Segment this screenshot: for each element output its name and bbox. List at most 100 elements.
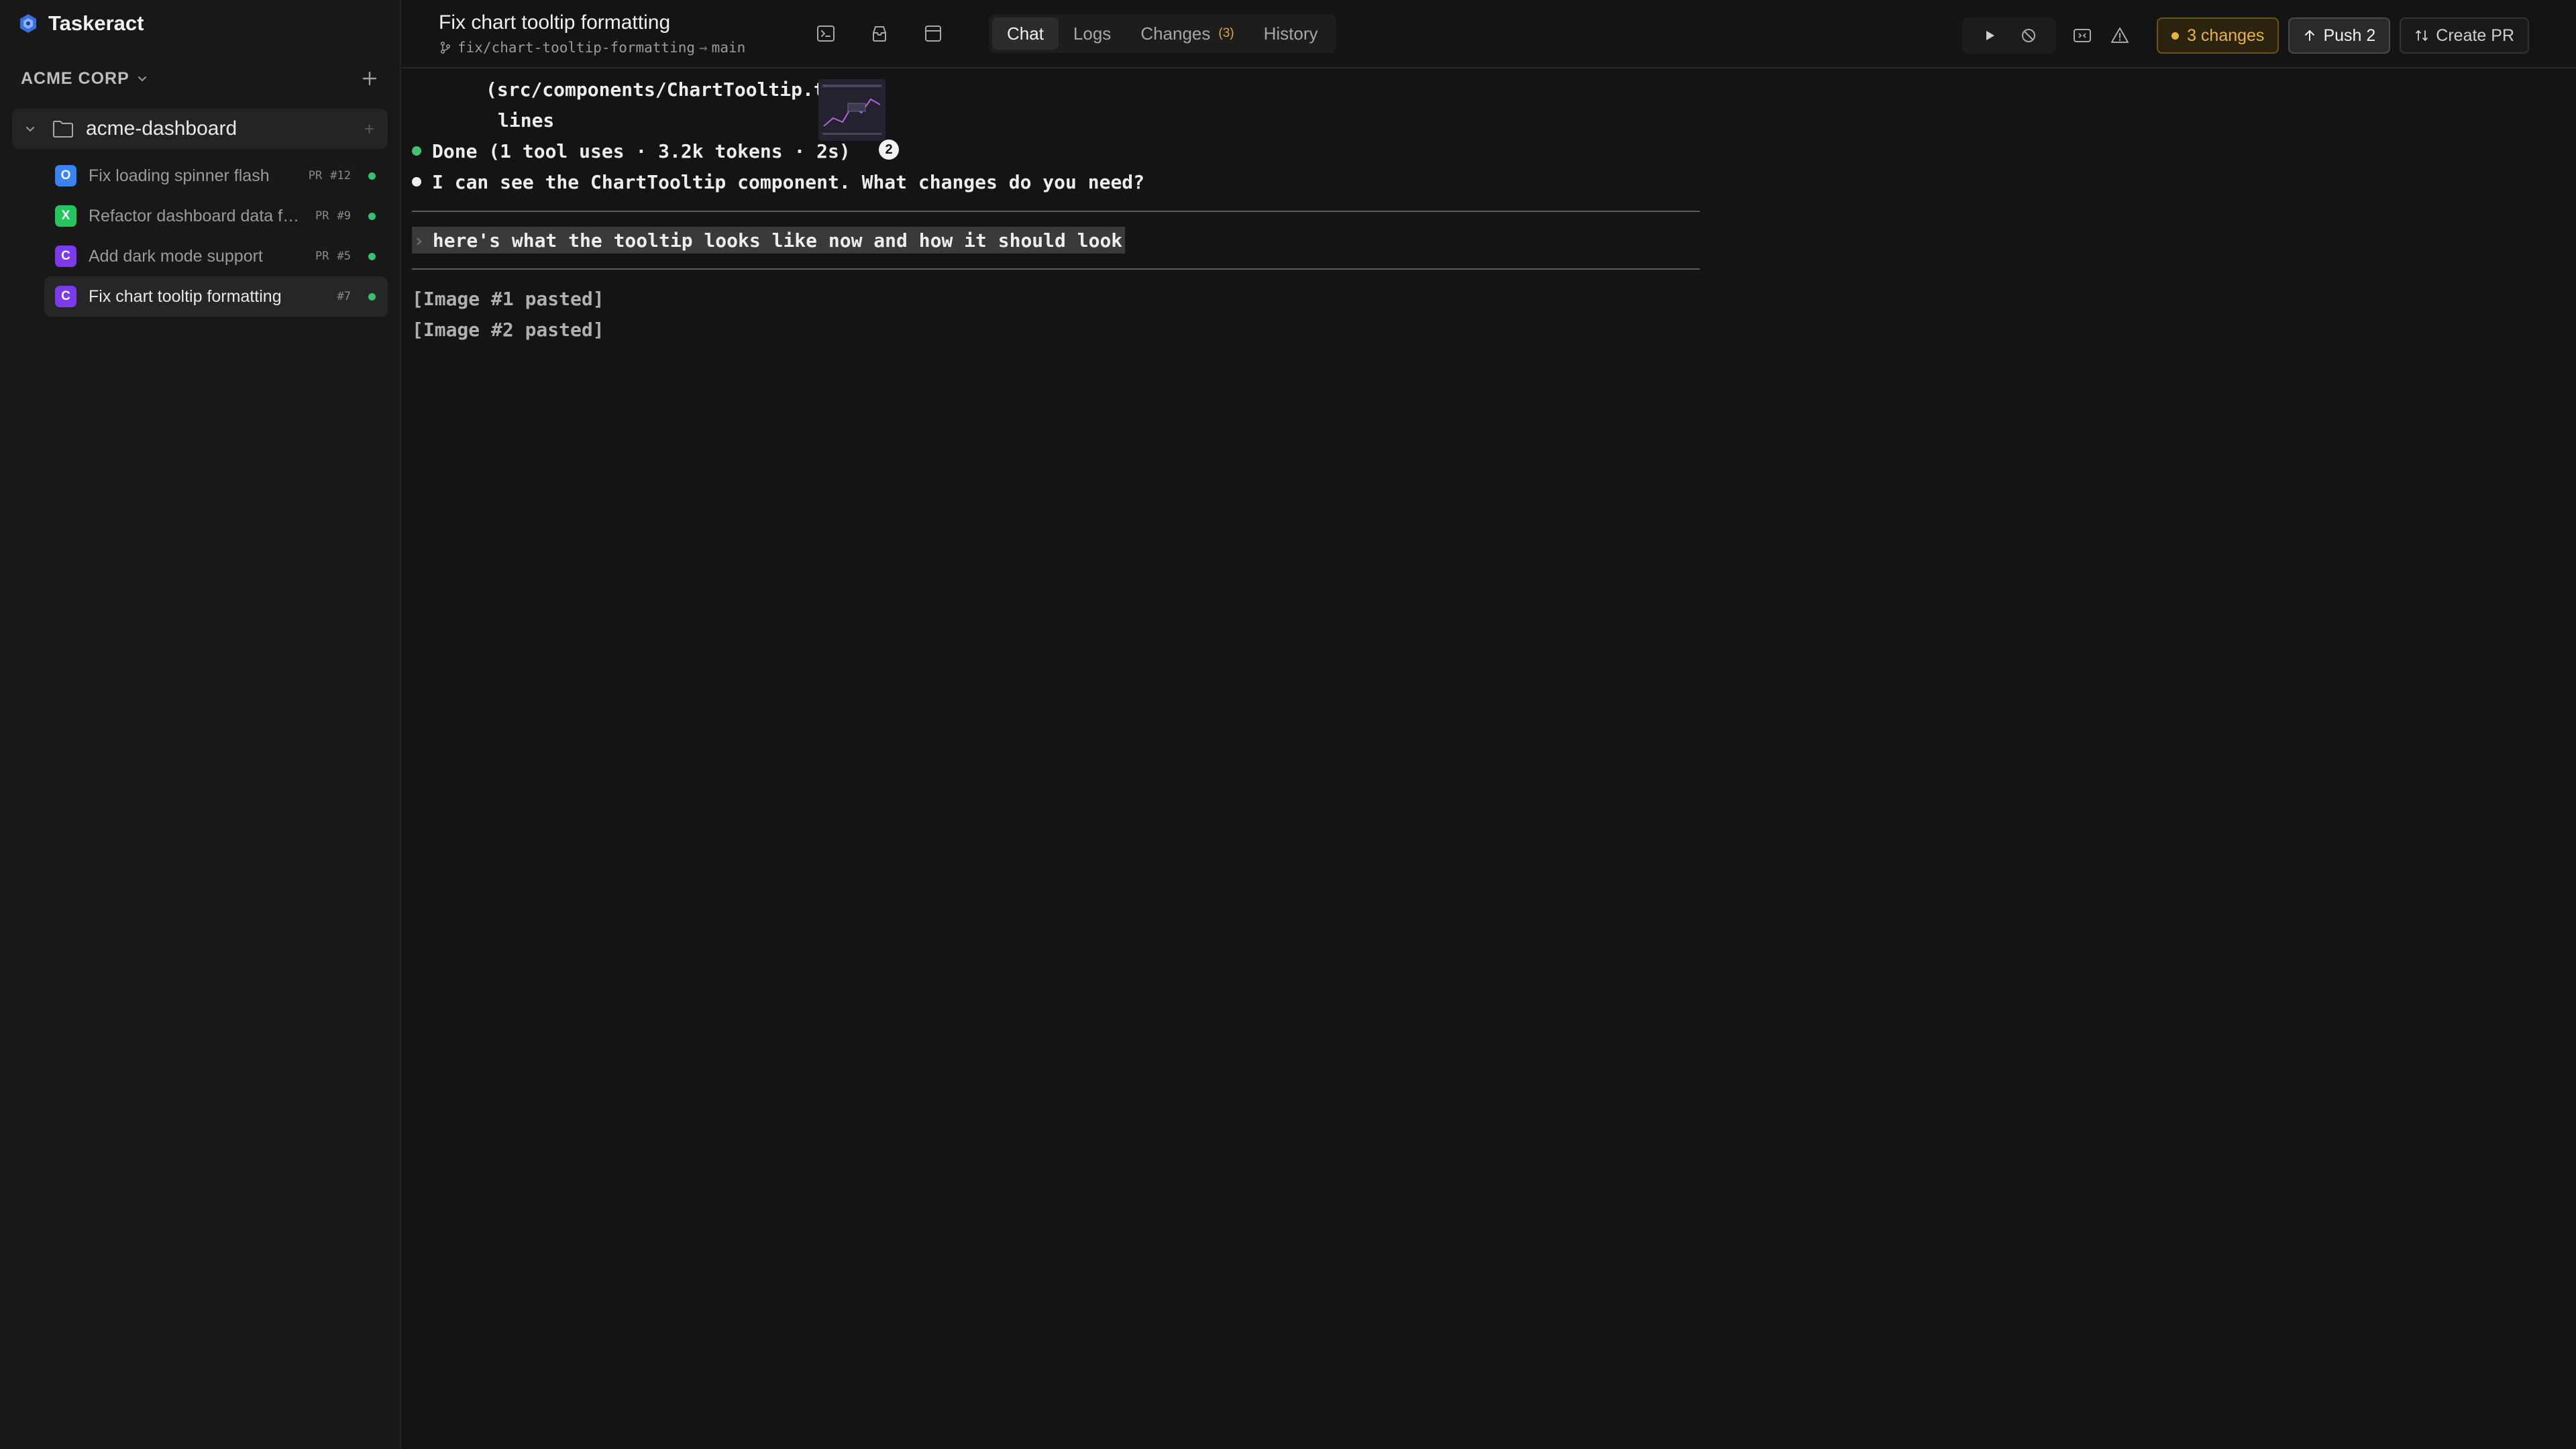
prompt-text: here's what the tooltip looks like now a… (432, 229, 1123, 252)
pr-label: PR (308, 169, 323, 182)
archive-button[interactable] (868, 22, 891, 45)
assistant-message: I can see the ChartTooltip component. Wh… (412, 166, 1707, 197)
run-controls (1962, 17, 2057, 54)
status-dot (368, 212, 376, 220)
run-button[interactable] (1980, 25, 2000, 46)
agent-badge: O (55, 165, 76, 186)
tab-history[interactable]: History (1249, 17, 1333, 50)
task-number: #9 (337, 209, 351, 223)
tool-icons (814, 22, 975, 45)
task-meta: PR #5 (315, 250, 376, 263)
arrow-up-icon (2305, 30, 2315, 41)
push-label: Push 2 (2323, 25, 2376, 45)
changes-dot (2171, 32, 2180, 40)
chevron-down-icon[interactable] (24, 123, 36, 135)
task-title: Fix loading spinner flash (89, 166, 270, 185)
tab-chat[interactable]: Chat (992, 17, 1059, 50)
divider (412, 211, 1700, 212)
plus-icon (362, 71, 377, 86)
tool-read-line: (src/components/ChartTooltip.tsx) (412, 74, 1707, 105)
pr-label: PR (315, 250, 329, 263)
layout-button[interactable] (922, 22, 945, 45)
taskeract-logo-icon (20, 14, 36, 33)
topbar: Fix chart tooltip formatting fix/chart-t… (401, 0, 2576, 68)
tool-lines-line: lines (412, 105, 1707, 136)
create-pr-label: Create PR (2436, 25, 2514, 45)
brand: Taskeract (0, 0, 400, 47)
assistant-bullet (412, 177, 421, 186)
success-bullet (412, 146, 421, 156)
archive-icon (873, 26, 886, 42)
sidebar: Taskeract ACME CORP acme-dashboard + O F… (0, 0, 401, 1449)
task-meta: #7 (337, 290, 376, 303)
layout-icon (925, 25, 941, 42)
base-branch: main (711, 40, 746, 56)
stop-icon (2022, 29, 2036, 42)
task-item[interactable]: X Refactor dashboard data fetching PR #9 (44, 196, 388, 236)
push-button[interactable]: Push 2 (2288, 17, 2391, 54)
org-name: ACME CORP (21, 68, 129, 88)
repo-name: acme-dashboard (86, 117, 237, 140)
task-item-active[interactable]: C Fix chart tooltip formatting #7 (44, 276, 388, 317)
page-title: Fix chart tooltip formatting (439, 11, 671, 34)
tool-read-path: (src/components/ChartTooltip.tsx) (486, 78, 859, 101)
app-window: Taskeract ACME CORP acme-dashboard + O F… (0, 0, 2576, 1449)
pasted-image-2: [Image #2 pasted] (412, 318, 604, 341)
agent-badge: C (55, 286, 76, 307)
preview-icon (2074, 29, 2092, 42)
tab-changes[interactable]: Changes (3) (1126, 17, 1248, 50)
task-header: Fix chart tooltip formatting fix/chart-t… (439, 11, 788, 56)
changes-count: (3) (1218, 26, 1234, 40)
terminal-button[interactable] (814, 22, 837, 45)
create-pr-button[interactable]: Create PR (2400, 17, 2529, 54)
changes-label: 3 changes (2187, 25, 2265, 45)
tab-changes-label: Changes (1140, 23, 1211, 44)
chat-terminal[interactable]: (src/components/ChartTooltip.tsx) lines … (412, 74, 1707, 345)
org-switcher[interactable]: ACME CORP (0, 48, 400, 109)
task-item[interactable]: C Add dark mode support PR #5 (44, 236, 388, 276)
chart-thumbnail-icon (818, 79, 885, 141)
chevron-down-icon (138, 76, 146, 82)
attachment-count-badge: 2 (879, 140, 899, 160)
add-task-button[interactable]: + (364, 119, 374, 140)
tool-done-line: Done (1 tool uses · 3.2k tokens · 2s) (412, 136, 1707, 166)
status-dot (368, 292, 376, 301)
task-meta: PR #9 (315, 209, 376, 223)
stop-button[interactable] (2019, 25, 2039, 46)
prompt-input[interactable]: › here's what the tooltip looks like now… (412, 227, 1126, 254)
repo-item[interactable]: acme-dashboard + (12, 109, 388, 149)
play-icon (1986, 31, 1995, 40)
preview-button[interactable] (2072, 25, 2092, 46)
app-name: Taskeract (48, 11, 144, 35)
image-attachment-thumbnail[interactable] (818, 79, 885, 141)
warnings-button[interactable] (2110, 25, 2130, 46)
status-dot (368, 252, 376, 260)
warning-icon (2111, 28, 2129, 43)
task-title: Refactor dashboard data fetching (89, 206, 302, 225)
folder-icon (53, 121, 73, 138)
changes-button[interactable]: 3 changes (2157, 17, 2279, 54)
tab-logs[interactable]: Logs (1059, 17, 1126, 50)
agent-badge: C (55, 246, 76, 267)
add-repo-button[interactable] (360, 68, 380, 89)
pr-label: PR (315, 209, 329, 223)
status-dot (368, 172, 376, 180)
task-list: O Fix loading spinner flash PR #12 X Ref… (0, 156, 400, 317)
task-title: Add dark mode support (89, 246, 263, 266)
tool-lines-text: lines (498, 109, 555, 131)
terminal-icon (817, 25, 835, 42)
task-item[interactable]: O Fix loading spinner flash PR #12 (44, 156, 388, 196)
prompt-caret: › (413, 229, 425, 252)
branch-arrow: → (699, 40, 708, 56)
assistant-text: I can see the ChartTooltip component. Wh… (432, 170, 1145, 193)
branch-name: fix/chart-tooltip-formatting (458, 40, 696, 56)
task-number: #5 (337, 250, 351, 263)
divider (412, 268, 1700, 270)
user-prompt[interactable]: › here's what the tooltip looks like now… (412, 225, 1707, 255)
agent-badge: X (55, 205, 76, 227)
task-number: #7 (337, 290, 351, 303)
pull-request-icon (2416, 30, 2428, 42)
header-actions: 3 changes Push 2 Create PR (1962, 17, 2529, 54)
branch-info: fix/chart-tooltip-formatting → main (439, 40, 788, 56)
task-number: #12 (330, 169, 351, 182)
